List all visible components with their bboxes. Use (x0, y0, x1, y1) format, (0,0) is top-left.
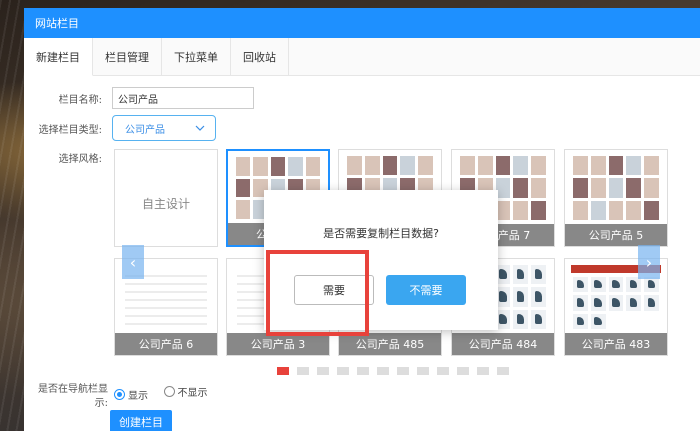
page-dot[interactable] (277, 367, 289, 375)
template-caption: 公司产品 6 (115, 333, 217, 355)
tab-new-column[interactable]: 新建栏目 (24, 38, 93, 76)
radio-indicator (114, 389, 125, 400)
chevron-left-icon: ‹ (129, 252, 137, 272)
confirm-message: 是否需要复制栏目数据? (323, 227, 439, 240)
template-custom-design[interactable]: 自主设计 (114, 149, 218, 247)
template-caption: 公司产品 3 (227, 333, 329, 355)
confirm-no-button[interactable]: 不需要 (386, 275, 466, 305)
type-label: 选择栏目类型: (38, 124, 102, 136)
dialog-titlebar: 网站栏目 (24, 8, 700, 38)
page-dot[interactable] (317, 367, 329, 375)
tab-column-management[interactable]: 栏目管理 (93, 38, 162, 75)
page-dot[interactable] (357, 367, 369, 375)
column-type-value: 公司产品 (125, 124, 165, 136)
template-preview (573, 277, 659, 329)
tab-bar: 新建栏目 栏目管理 下拉菜单 回收站 (24, 38, 700, 76)
create-column-button[interactable]: 创建栏目 (110, 410, 172, 431)
template-caption: 公司产品 485 (339, 333, 441, 355)
page-dot[interactable] (437, 367, 449, 375)
carousel-pagination (277, 367, 509, 375)
page-dot[interactable] (377, 367, 389, 375)
page-dot[interactable] (397, 367, 409, 375)
tab-recycle-bin[interactable]: 回收站 (231, 38, 289, 75)
page-dot[interactable] (497, 367, 509, 375)
chevron-down-icon (195, 125, 205, 131)
radio-hide[interactable]: 不显示 (163, 384, 208, 399)
name-label: 栏目名称: (58, 94, 102, 106)
nav-display-options: 显示 不显示 (114, 384, 220, 402)
chevron-right-icon: › (645, 252, 653, 272)
tab-dropdown-menu[interactable]: 下拉菜单 (162, 38, 231, 75)
template-card[interactable]: 公司产品 5 (564, 149, 668, 247)
page-dot[interactable] (477, 367, 489, 375)
template-caption: 公司产品 5 (565, 224, 667, 246)
radio-indicator (163, 386, 175, 397)
highlight-box (266, 250, 369, 336)
column-name-input[interactable] (112, 87, 254, 109)
dialog-title: 网站栏目 (35, 17, 79, 30)
template-caption: 自主设计 (141, 197, 190, 211)
name-row: 栏目名称: (24, 87, 254, 109)
carousel-next-button[interactable]: › (638, 245, 660, 279)
page-dot[interactable] (457, 367, 469, 375)
type-row: 选择栏目类型: 公司产品 (24, 115, 216, 141)
radio-show[interactable]: 显示 (114, 387, 148, 402)
page-dot[interactable] (417, 367, 429, 375)
page-dot[interactable] (297, 367, 309, 375)
style-label: 选择风格: (58, 154, 102, 165)
column-type-select[interactable]: 公司产品 (112, 115, 216, 141)
template-preview (573, 156, 659, 220)
template-caption: 公司产品 484 (452, 333, 554, 355)
template-caption: 公司产品 483 (565, 333, 667, 355)
carousel-prev-button[interactable]: ‹ (122, 245, 144, 279)
page-dot[interactable] (337, 367, 349, 375)
nav-display-label: 是否在导航栏显 示: (38, 384, 108, 409)
